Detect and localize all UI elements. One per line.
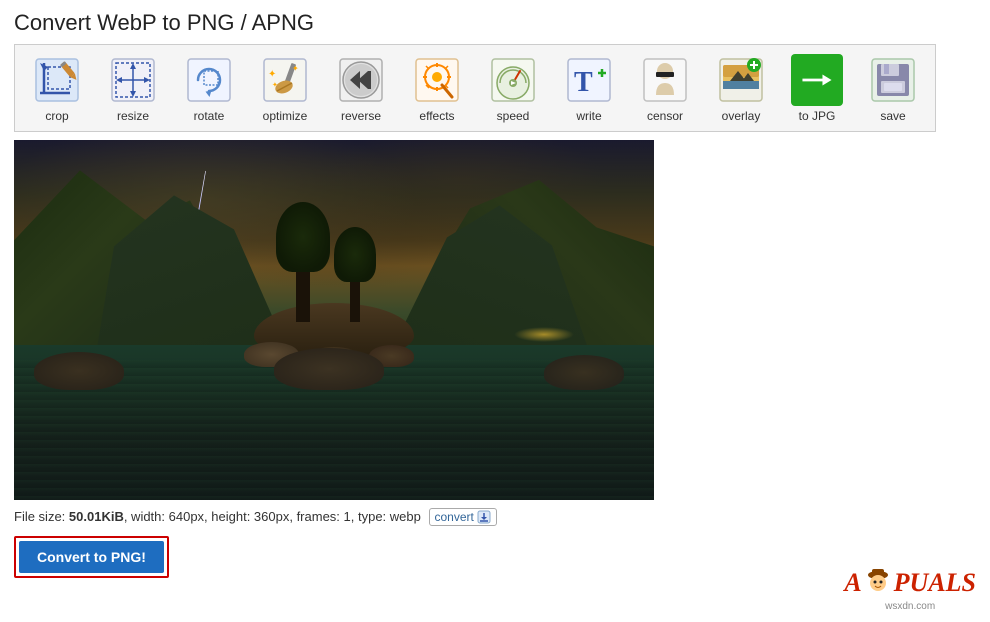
tojpg-label: to JPG xyxy=(799,109,836,123)
write-icon: T xyxy=(563,54,615,106)
tool-crop[interactable]: crop xyxy=(19,49,95,127)
page-wrapper: Convert WebP to PNG / APNG xyxy=(0,0,990,622)
svg-text:✦: ✦ xyxy=(292,64,299,73)
convert-link[interactable]: convert xyxy=(429,508,497,526)
reverse-label: reverse xyxy=(341,109,381,123)
tree-right xyxy=(350,257,360,322)
toolbar: crop resize xyxy=(14,44,936,132)
tool-effects[interactable]: effects xyxy=(399,49,475,127)
resize-icon xyxy=(107,54,159,106)
tojpg-bg xyxy=(791,54,843,106)
save-label: save xyxy=(880,109,905,123)
frames-value: 1 xyxy=(344,509,351,524)
resize-label: resize xyxy=(117,109,149,123)
effects-icon xyxy=(411,54,463,106)
censor-icon xyxy=(639,54,691,106)
svg-text:✦: ✦ xyxy=(268,69,276,80)
brand-puals: PUALS xyxy=(894,568,976,598)
file-size-value: 50.01KiB xyxy=(69,509,124,524)
background-lights xyxy=(514,327,574,342)
width-value: 640px xyxy=(169,509,204,524)
tool-reverse[interactable]: reverse xyxy=(323,49,399,127)
reverse-icon xyxy=(335,54,387,106)
tree-left xyxy=(296,242,310,322)
svg-text:T: T xyxy=(574,67,593,98)
frames-label: , frames: xyxy=(289,509,343,524)
scene xyxy=(14,140,654,500)
convert-link-label: convert xyxy=(435,510,474,524)
censor-label: censor xyxy=(647,109,683,123)
overlay-label: overlay xyxy=(722,109,761,123)
speed-label: speed xyxy=(497,109,530,123)
tool-tojpg[interactable]: to JPG xyxy=(779,49,855,127)
tool-save[interactable]: save xyxy=(855,49,931,127)
tool-rotate[interactable]: rotate xyxy=(171,49,247,127)
tool-speed[interactable]: speed xyxy=(475,49,551,127)
save-icon xyxy=(867,54,919,106)
file-info: File size: 50.01KiB, width: 640px, heigh… xyxy=(14,508,976,526)
foreground-rock3 xyxy=(274,348,384,390)
tool-write[interactable]: T write xyxy=(551,49,627,127)
tojpg-icon xyxy=(791,54,843,106)
type-value: webp xyxy=(390,509,421,524)
foreground-rock1 xyxy=(34,352,124,390)
height-label: , height: xyxy=(204,509,254,524)
rotate-icon xyxy=(183,54,235,106)
optimize-label: optimize xyxy=(263,109,308,123)
tool-resize[interactable]: resize xyxy=(95,49,171,127)
branding: A PUALS xyxy=(844,565,976,612)
page-title: Convert WebP to PNG / APNG xyxy=(14,10,976,36)
foreground-rocks xyxy=(14,345,654,390)
brand-watermark: wsxdn.com xyxy=(885,601,935,612)
height-value: 360px xyxy=(254,509,289,524)
tool-censor[interactable]: censor xyxy=(627,49,703,127)
convert-to-png-button[interactable]: Convert to PNG! xyxy=(19,541,164,573)
optimize-icon: ✦ ✦ ✦ xyxy=(259,54,311,106)
brand-mascot xyxy=(864,565,892,601)
write-label: write xyxy=(576,109,601,123)
type-label: , type: xyxy=(351,509,390,524)
download-icon xyxy=(477,510,491,524)
width-label: , width: xyxy=(124,509,169,524)
speed-icon xyxy=(487,54,539,106)
foreground-rock2 xyxy=(544,355,624,390)
crop-label: crop xyxy=(45,109,68,123)
svg-text:✦: ✦ xyxy=(272,81,278,89)
overlay-icon xyxy=(715,54,767,106)
file-size-label: File size: xyxy=(14,509,69,524)
rotate-label: rotate xyxy=(194,109,225,123)
tool-overlay[interactable]: overlay xyxy=(703,49,779,127)
convert-button-wrapper: Convert to PNG! xyxy=(14,536,169,578)
brand-a: A xyxy=(844,568,861,598)
crop-icon xyxy=(31,54,83,106)
tool-optimize[interactable]: ✦ ✦ ✦ optimize xyxy=(247,49,323,127)
effects-label: effects xyxy=(419,109,454,123)
image-preview xyxy=(14,140,654,500)
